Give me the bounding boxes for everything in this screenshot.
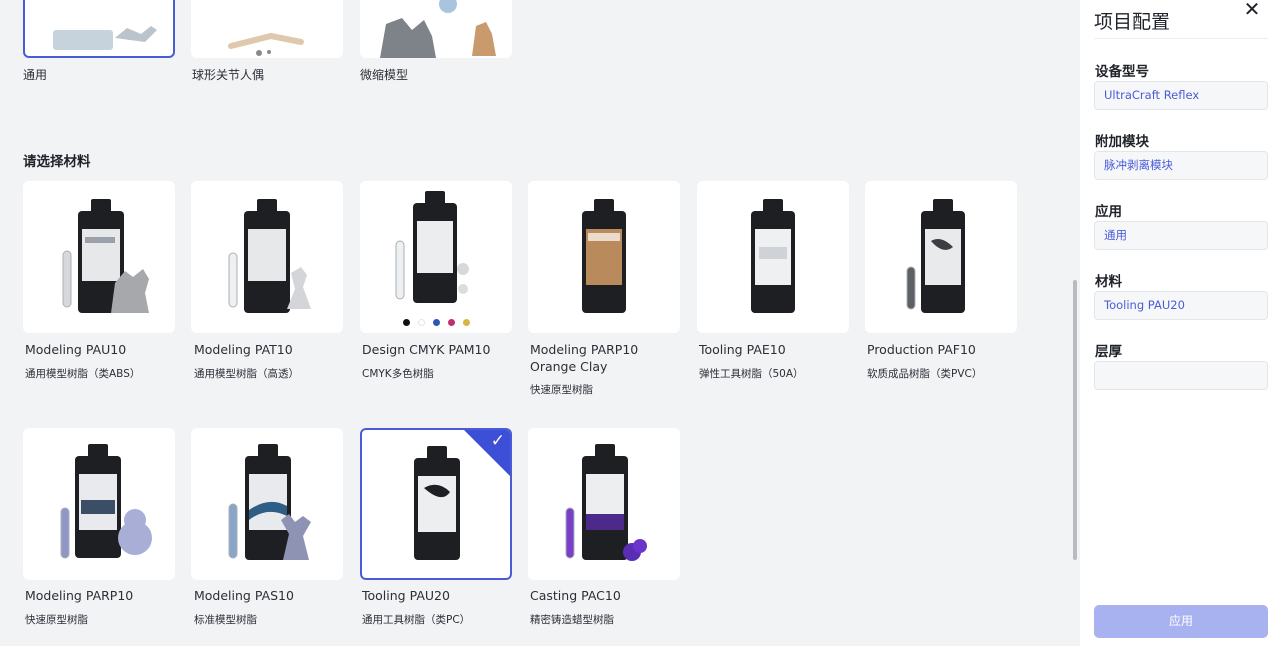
- material-label: 材料: [1095, 274, 1122, 290]
- material-image: [906, 199, 965, 313]
- material-card[interactable]: [528, 428, 680, 580]
- color-dots: [403, 319, 470, 326]
- material-desc: 软质成品树脂（类PVC）: [867, 368, 983, 380]
- material-name: Modeling PARP10 Orange Clay: [530, 342, 639, 374]
- material-desc: CMYK多色树脂: [362, 368, 434, 380]
- material-name: Modeling PAU10: [25, 342, 127, 357]
- device-field[interactable]: UltraCraft Reflex: [1094, 81, 1268, 110]
- material-name: Design CMYK PAM10: [362, 342, 491, 357]
- material-field[interactable]: Tooling PAU20: [1094, 291, 1268, 320]
- material-image: [228, 199, 311, 313]
- material-name: Tooling PAU20: [362, 588, 450, 603]
- usage-label: 通用: [23, 68, 48, 82]
- material-card[interactable]: [23, 181, 175, 333]
- usage-card-bjd[interactable]: [191, 0, 343, 58]
- layer-thickness-field[interactable]: [1094, 361, 1268, 390]
- material-image: [565, 444, 647, 561]
- material-name: Modeling PAT10: [194, 342, 293, 357]
- material-desc: 标准模型树脂: [194, 614, 257, 626]
- color-dot-blue: [433, 319, 440, 326]
- color-dot-magenta: [448, 319, 455, 326]
- color-dot-white: [418, 319, 425, 326]
- application-field[interactable]: 通用: [1094, 221, 1268, 250]
- project-config-panel: 项目配置 ✕ 设备型号 UltraCraft Reflex 附加模块 脉冲剥离模…: [1080, 0, 1280, 646]
- material-card[interactable]: [697, 181, 849, 333]
- material-desc: 快速原型树脂: [25, 614, 88, 626]
- material-name: Casting PAC10: [530, 588, 621, 603]
- material-card[interactable]: [191, 181, 343, 333]
- usage-label: 球形关节人偶: [192, 68, 265, 82]
- material-desc: 精密铸造蜡型树脂: [530, 614, 614, 626]
- material-image: [582, 199, 626, 313]
- usage-image-miniature: [380, 0, 496, 58]
- device-label: 设备型号: [1095, 64, 1149, 80]
- material-image: [228, 444, 311, 560]
- material-desc: 弹性工具树脂（50A）: [699, 368, 804, 380]
- material-card[interactable]: [865, 181, 1017, 333]
- usage-image-bjd: [228, 32, 304, 56]
- module-label: 附加模块: [1095, 134, 1149, 150]
- usage-card-miniature[interactable]: [360, 0, 512, 58]
- layer-thickness-label: 层厚: [1095, 344, 1122, 360]
- usage-image-general: [53, 26, 157, 50]
- material-name: Modeling PAS10: [194, 588, 294, 603]
- material-desc: 快速原型树脂: [530, 384, 593, 396]
- material-desc: 通用工具树脂（类PC）: [362, 614, 471, 626]
- check-icon: ✓: [490, 431, 505, 451]
- material-name: Modeling PARP10: [25, 588, 134, 603]
- material-image: [751, 199, 795, 313]
- material-card[interactable]: [360, 181, 512, 333]
- material-card[interactable]: [191, 428, 343, 580]
- material-card[interactable]: [23, 428, 175, 580]
- divider: [1094, 38, 1268, 39]
- panel-title: 项目配置: [1094, 11, 1171, 33]
- main-area: 通用 球形关节人偶 微缩模型 请选择材料 Modeling PAU10 通用模型…: [0, 0, 1080, 646]
- scrollbar-thumb[interactable]: [1073, 280, 1077, 560]
- color-dot-black: [403, 319, 410, 326]
- material-card[interactable]: [528, 181, 680, 333]
- color-dot-yellow: [463, 319, 470, 326]
- close-icon[interactable]: ✕: [1242, 0, 1262, 20]
- material-desc: 通用模型树脂（高透）: [194, 368, 299, 380]
- material-image: [60, 444, 152, 559]
- application-label: 应用: [1095, 204, 1122, 220]
- section-title: 请选择材料: [23, 154, 91, 170]
- material-image: [395, 191, 469, 303]
- module-field[interactable]: 脉冲剥离模块: [1094, 151, 1268, 180]
- material-image: [62, 199, 149, 313]
- material-desc: 通用模型树脂（类ABS）: [25, 368, 141, 380]
- usage-card-general[interactable]: [23, 0, 175, 58]
- material-name: Tooling PAE10: [699, 342, 786, 357]
- usage-label: 微缩模型: [360, 68, 409, 82]
- material-card-selected[interactable]: ✓: [360, 428, 512, 580]
- apply-button[interactable]: 应用: [1094, 605, 1268, 638]
- material-name: Production PAF10: [867, 342, 976, 357]
